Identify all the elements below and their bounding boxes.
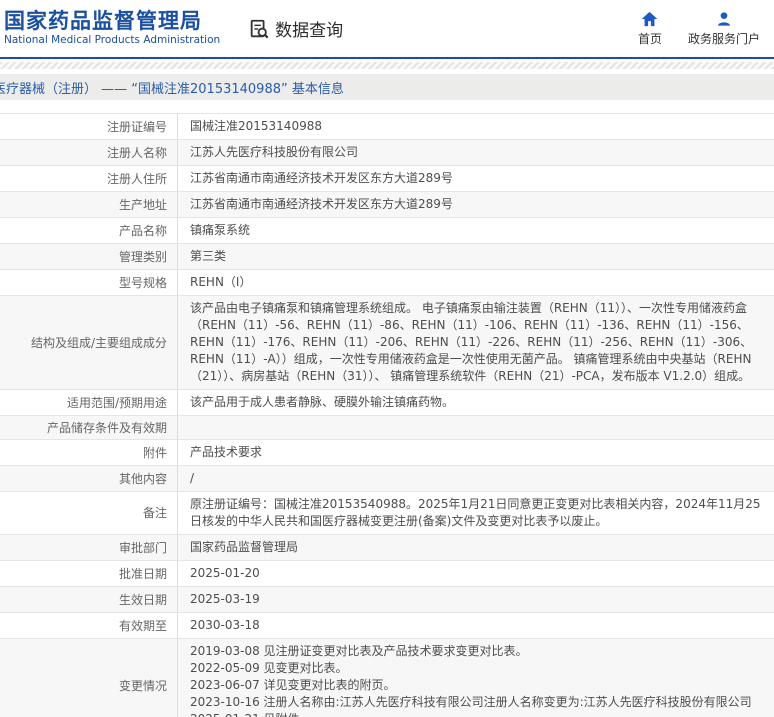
row-value: 产品技术要求 xyxy=(190,445,263,459)
table-row-expiry-date: 有效期至 2030-03-18 xyxy=(0,613,774,639)
portal-label: 政务服务门户 xyxy=(687,31,760,46)
row-label: 适用范围/预期用途 xyxy=(0,390,178,415)
registration-info-table: 注册证编号 国械注准20153140988 注册人名称 江苏人先医疗科技股份有限… xyxy=(0,113,774,717)
home-button[interactable]: 首页 xyxy=(638,11,662,47)
row-value: 原注册证编号：国械注准20153540988。2025年1月21日同意更正变更对… xyxy=(178,492,774,534)
logo-title: 国家药品监督管理局 xyxy=(4,9,202,34)
row-value: 该产品由电子镇痛泵和镇痛管理系统组成。 电子镇痛泵由输注装置（REHN（11））… xyxy=(178,296,774,389)
row-label: 生产地址 xyxy=(0,192,178,217)
table-row-approval-date: 批准日期 2025-01-20 xyxy=(0,561,774,587)
row-label: 注册人名称 xyxy=(0,140,178,165)
data-query-icon xyxy=(248,18,270,40)
table-row-registrant-address: 注册人住所 江苏省南通市南通经济技术开发区东方大道289号 xyxy=(0,166,774,192)
table-row-other-content: 其他内容 / xyxy=(0,466,774,492)
row-label: 变更情况 xyxy=(0,639,178,717)
row-label: 审批部门 xyxy=(0,535,178,560)
table-row-registrant-name: 注册人名称 江苏人先医疗科技股份有限公司 xyxy=(0,140,774,166)
nmpa-logo: 国家药品监督管理局 National Medical Products Admi… xyxy=(4,10,220,47)
table-row-structure-composition: 结构及组成/主要组成成分 该产品由电子镇痛泵和镇痛管理系统组成。 电子镇痛泵由输… xyxy=(0,296,774,390)
change-history-item: 2025-01-21 见附件 xyxy=(190,711,752,717)
home-icon xyxy=(641,11,658,27)
change-history-item: 2019-03-08 见注册证变更对比表及产品技术要求变更对比表。 xyxy=(190,644,528,658)
table-row-remark: 备注 原注册证编号：国械注准20153540988。2025年1月21日同意更正… xyxy=(0,492,774,535)
table-row-intended-use: 适用范围/预期用途 该产品用于成人患者静脉、硬膜外输注镇痛药物。 xyxy=(0,390,774,416)
header-right-nav: 首页 政务服务门户 xyxy=(638,11,760,47)
row-label: 批准日期 xyxy=(0,561,178,586)
row-value: REHN（Ⅰ） xyxy=(190,275,252,289)
spacer xyxy=(0,100,774,113)
page: 国家药品监督管理局 National Medical Products Admi… xyxy=(0,0,774,717)
row-label: 型号规格 xyxy=(0,270,178,295)
row-value: 2030-03-18 xyxy=(190,618,260,632)
portal-button[interactable]: 政务服务门户 xyxy=(688,11,760,47)
row-value: 国家药品监督管理局 xyxy=(190,540,299,554)
row-label: 有效期至 xyxy=(0,613,178,638)
change-history-item: 2023-10-16 注册人名称由:江苏人先医疗科技有限公司注册人名称变更为:江… xyxy=(190,695,752,709)
table-row-model-spec: 型号规格 REHN（Ⅰ） xyxy=(0,270,774,296)
table-row-storage-validity: 产品储存条件及有效期 xyxy=(0,416,774,440)
row-label: 生效日期 xyxy=(0,587,178,612)
row-label: 备注 xyxy=(0,492,178,534)
row-value: 江苏人先医疗科技股份有限公司 xyxy=(190,145,359,159)
nav-data-query[interactable]: 数据查询 xyxy=(248,16,343,41)
row-label: 注册证编号 xyxy=(0,114,178,139)
row-label: 产品名称 xyxy=(0,218,178,243)
structure-text: 该产品由电子镇痛泵和镇痛管理系统组成。 电子镇痛泵由输注装置（REHN（11））… xyxy=(190,301,753,383)
remark-text: 原注册证编号：国械注准20153540988。2025年1月21日同意更正变更对… xyxy=(190,497,761,528)
table-row-production-address: 生产地址 江苏省南通市南通经济技术开发区东方大道289号 xyxy=(0,192,774,218)
table-row-change-history: 变更情况 2019-03-08 见注册证变更对比表及产品技术要求变更对比表。 2… xyxy=(0,639,774,717)
table-row-approval-department: 审批部门 国家药品监督管理局 xyxy=(0,535,774,561)
striped-band xyxy=(0,62,774,69)
row-label: 结构及组成/主要组成成分 xyxy=(0,296,178,389)
row-value: 2025-01-20 xyxy=(190,566,260,580)
row-value: 2019-03-08 见注册证变更对比表及产品技术要求变更对比表。 2022-0… xyxy=(178,639,774,717)
row-value: 2025-03-19 xyxy=(190,592,260,606)
row-label: 产品储存条件及有效期 xyxy=(0,416,178,439)
row-label: 注册人住所 xyxy=(0,166,178,191)
row-value: 镇痛泵系统 xyxy=(190,223,251,237)
change-history-item: 2022-05-09 见变更对比表。 xyxy=(190,661,348,675)
row-value: 江苏省南通市南通经济技术开发区东方大道289号 xyxy=(190,197,453,211)
table-row-product-name: 产品名称 镇痛泵系统 xyxy=(0,218,774,244)
row-label: 管理类别 xyxy=(0,244,178,269)
header: 国家药品监督管理局 National Medical Products Admi… xyxy=(0,0,774,57)
row-value xyxy=(178,416,774,439)
table-row-effective-date: 生效日期 2025-03-19 xyxy=(0,587,774,613)
breadcrumb-bar: 医疗器械（注册） —— “国械注准20153140988” 基本信息 xyxy=(0,74,774,100)
table-row-attachment: 附件 产品技术要求 xyxy=(0,440,774,466)
row-label: 其他内容 xyxy=(0,466,178,491)
change-history-item: 2023-06-07 详见变更对比表的附页。 xyxy=(190,678,396,692)
page-title: 医疗器械（注册） —— “国械注准20153140988” 基本信息 xyxy=(0,81,344,97)
row-value: 江苏省南通市南通经济技术开发区东方大道289号 xyxy=(190,171,453,185)
nav-data-query-label: 数据查询 xyxy=(275,21,344,41)
table-row-management-class: 管理类别 第三类 xyxy=(0,244,774,270)
row-label: 附件 xyxy=(0,440,178,465)
table-row-cert-number: 注册证编号 国械注准20153140988 xyxy=(0,114,774,140)
row-value: 第三类 xyxy=(190,249,227,263)
row-value: 国械注准20153140988 xyxy=(190,119,322,133)
row-value: / xyxy=(190,471,195,485)
row-value: 该产品用于成人患者静脉、硬膜外输注镇痛药物。 xyxy=(190,395,455,409)
logo-subtitle: National Medical Products Administration xyxy=(4,34,221,47)
user-icon xyxy=(716,11,732,27)
change-history-list: 2019-03-08 见注册证变更对比表及产品技术要求变更对比表。 2022-0… xyxy=(190,643,752,717)
home-label: 首页 xyxy=(637,31,662,46)
